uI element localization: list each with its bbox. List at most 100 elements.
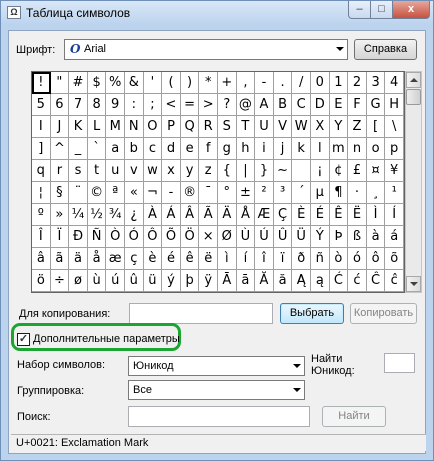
- char-cell[interactable]: »: [50, 204, 70, 226]
- char-cell[interactable]: Ò: [106, 226, 125, 248]
- char-cell[interactable]: ñ: [311, 248, 330, 270]
- char-cell[interactable]: 3: [366, 72, 386, 94]
- char-cell[interactable]: i: [255, 138, 274, 160]
- char-cell[interactable]: ð: [292, 248, 311, 270]
- charset-dropdown[interactable]: Юникод: [128, 356, 305, 376]
- maximize-button[interactable]: □: [370, 1, 393, 19]
- char-cell[interactable]: k: [292, 138, 311, 160]
- char-cell[interactable]: 8: [87, 94, 107, 116]
- char-cell[interactable]: î: [255, 248, 274, 270]
- char-cell[interactable]: â: [32, 248, 51, 270]
- char-cell[interactable]: è: [143, 248, 163, 270]
- char-cell[interactable]: ÿ: [199, 270, 218, 292]
- char-cell[interactable]: h: [236, 138, 256, 160]
- char-cell[interactable]: ë: [199, 248, 218, 270]
- char-cell[interactable]: x: [162, 160, 181, 182]
- char-cell[interactable]: Þ: [329, 226, 349, 248]
- char-cell[interactable]: Ą: [292, 270, 311, 292]
- help-button[interactable]: Справка: [354, 39, 417, 60]
- char-cell[interactable]: ,: [236, 72, 256, 94]
- char-cell[interactable]: ]: [32, 138, 51, 160]
- char-cell[interactable]: ©: [87, 182, 107, 204]
- char-cell[interactable]: s: [69, 160, 88, 182]
- char-cell[interactable]: \: [385, 116, 404, 138]
- char-cell[interactable]: A: [255, 94, 274, 116]
- char-cell[interactable]: ': [143, 72, 163, 94]
- char-cell[interactable]: ª: [106, 182, 125, 204]
- char-cell[interactable]: ÷: [50, 270, 70, 292]
- copy-field[interactable]: [129, 303, 273, 324]
- char-cell[interactable]: ¸: [366, 182, 386, 204]
- goto-unicode-field[interactable]: [384, 353, 415, 373]
- char-cell[interactable]: é: [162, 248, 181, 270]
- char-cell[interactable]: ü: [143, 270, 163, 292]
- char-cell[interactable]: F: [348, 94, 367, 116]
- char-cell[interactable]: r: [50, 160, 70, 182]
- char-cell[interactable]: {: [218, 160, 237, 182]
- char-cell[interactable]: Q: [180, 116, 200, 138]
- advanced-checkbox[interactable]: ✓: [17, 333, 30, 346]
- grouping-dropdown[interactable]: Все: [128, 380, 305, 400]
- char-cell[interactable]: !: [32, 72, 51, 94]
- char-cell[interactable]: L: [87, 116, 107, 138]
- char-cell[interactable]: G: [366, 94, 386, 116]
- search-input[interactable]: [128, 406, 310, 427]
- char-cell[interactable]: ô: [366, 248, 386, 270]
- char-cell[interactable]: 6: [50, 94, 70, 116]
- char-cell[interactable]: u: [106, 160, 125, 182]
- char-cell[interactable]: ): [180, 72, 200, 94]
- char-cell[interactable]: ¿: [125, 204, 144, 226]
- char-cell[interactable]: ²: [255, 182, 274, 204]
- char-cell[interactable]: ×: [199, 226, 218, 248]
- char-cell[interactable]: Ú: [255, 226, 274, 248]
- char-cell[interactable]: õ: [385, 248, 404, 270]
- char-cell[interactable]: Ù: [236, 226, 256, 248]
- char-cell[interactable]: Ĉ: [366, 270, 386, 292]
- char-cell[interactable]: H: [385, 94, 404, 116]
- char-cell[interactable]: X: [311, 116, 330, 138]
- char-cell[interactable]: ú: [106, 270, 125, 292]
- char-cell[interactable]: a: [106, 138, 125, 160]
- char-cell[interactable]: W: [292, 116, 311, 138]
- char-cell[interactable]: I: [32, 116, 51, 138]
- char-cell[interactable]: §: [50, 182, 70, 204]
- char-cell[interactable]: ?: [218, 94, 237, 116]
- char-cell[interactable]: Õ: [162, 226, 181, 248]
- char-cell[interactable]: +: [218, 72, 237, 94]
- char-cell[interactable]: Û: [273, 226, 293, 248]
- char-cell[interactable]: f: [199, 138, 218, 160]
- char-cell[interactable]: £: [348, 160, 367, 182]
- char-cell[interactable]: ^: [50, 138, 70, 160]
- char-cell[interactable]: b: [125, 138, 144, 160]
- char-cell[interactable]: µ: [311, 182, 330, 204]
- char-cell[interactable]: y: [180, 160, 200, 182]
- char-cell[interactable]: Í: [385, 204, 404, 226]
- char-cell[interactable]: V: [273, 116, 293, 138]
- char-cell[interactable]: l: [311, 138, 330, 160]
- char-cell[interactable]: .: [273, 72, 293, 94]
- char-cell[interactable]: p: [385, 138, 404, 160]
- char-cell[interactable]: ³: [273, 182, 293, 204]
- scroll-down-button[interactable]: [406, 276, 421, 292]
- char-cell[interactable]: ¼: [69, 204, 88, 226]
- copy-button[interactable]: Копировать: [350, 303, 417, 324]
- search-button[interactable]: Найти: [322, 406, 386, 427]
- char-cell[interactable]: Ô: [143, 226, 163, 248]
- char-cell[interactable]: ą: [311, 270, 330, 292]
- char-cell[interactable]: ¶: [329, 182, 349, 204]
- char-cell[interactable]: z: [199, 160, 218, 182]
- char-cell[interactable]: w: [143, 160, 163, 182]
- char-cell[interactable]: T: [236, 116, 256, 138]
- char-cell[interactable]: þ: [180, 270, 200, 292]
- char-cell[interactable]: <: [162, 94, 181, 116]
- char-cell[interactable]: ĉ: [385, 270, 404, 292]
- char-cell[interactable]: M: [106, 116, 125, 138]
- char-cell[interactable]: ®: [180, 182, 200, 204]
- char-cell[interactable]: ¢: [329, 160, 349, 182]
- char-cell[interactable]: Ã: [199, 204, 218, 226]
- char-cell[interactable]: ¨: [69, 182, 88, 204]
- char-cell[interactable]: c: [143, 138, 163, 160]
- char-cell[interactable]: ā: [236, 270, 256, 292]
- select-button[interactable]: Выбрать: [280, 303, 344, 324]
- char-cell[interactable]: Z: [348, 116, 367, 138]
